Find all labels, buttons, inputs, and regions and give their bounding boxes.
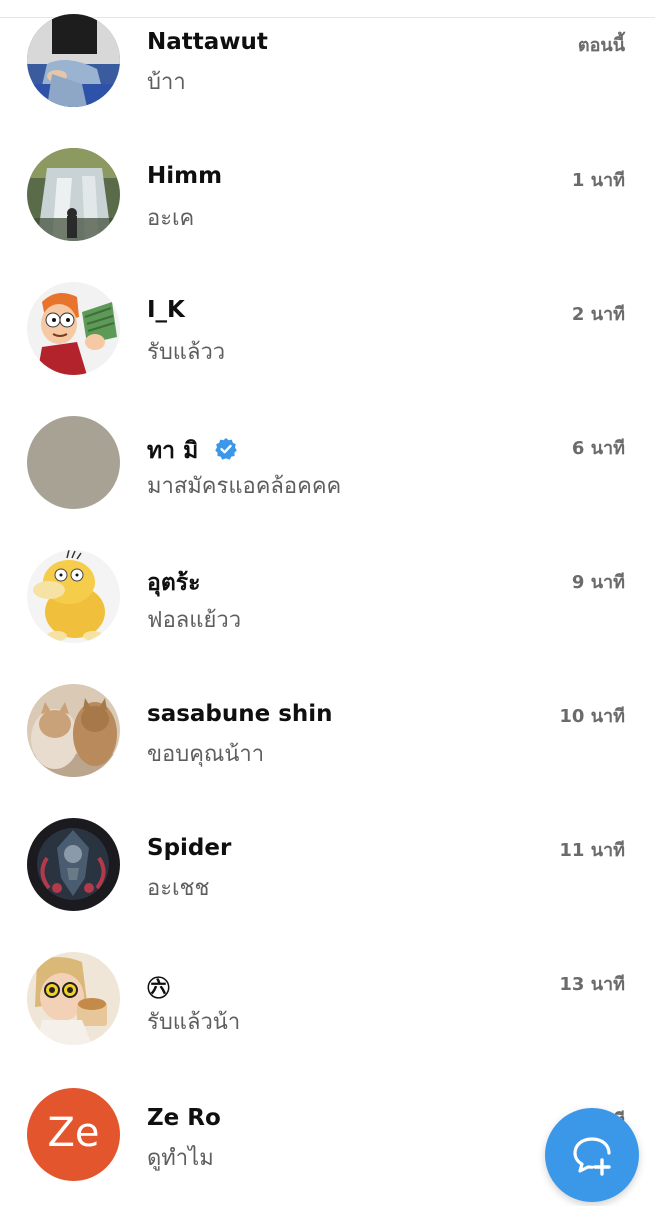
avatar[interactable] <box>27 550 120 643</box>
waterfall-avatar-icon <box>27 148 120 241</box>
last-message: มาสมัครแอคล้อคคค <box>147 474 342 499</box>
last-message: บ้าา <box>147 70 186 95</box>
verified-badge-icon <box>215 438 238 460</box>
avatar[interactable] <box>27 282 120 375</box>
contact-name: ทา มิ <box>147 433 238 469</box>
new-message-icon <box>573 1137 611 1176</box>
timestamp: 9 นาที <box>571 572 625 593</box>
avatar[interactable] <box>27 952 120 1045</box>
last-message: ขอบคุณน้าา <box>147 742 265 767</box>
contact-name: Nattawut <box>147 29 268 55</box>
contact-name: ㊅ <box>147 976 170 1002</box>
new-message-button[interactable] <box>545 1108 639 1202</box>
contact-name: อุตร้ะ <box>147 570 201 596</box>
last-message: ดูทำไม <box>147 1146 214 1171</box>
avatar[interactable] <box>27 818 120 911</box>
conversation-row[interactable]: I_K รับแล้วว 2 นาที <box>0 268 655 402</box>
last-message: อะเค <box>147 206 195 231</box>
last-message: อะเชช <box>147 876 210 901</box>
avatar[interactable] <box>27 148 120 241</box>
contact-name: Spider <box>147 835 232 861</box>
timestamp: 1 นาที <box>571 170 625 191</box>
initials-avatar-icon: Ze <box>27 1088 120 1181</box>
conversation-row[interactable]: อุตร้ะ ฟอลแย้วว 9 นาที <box>0 536 655 670</box>
cartoon-money-avatar-icon <box>27 282 120 375</box>
conversation-row[interactable]: ทา มิ มาสมัครแอคล้อคคค 6 นาที <box>0 402 655 536</box>
contact-name: I_K <box>147 297 185 323</box>
child-sunglasses-avatar-icon <box>27 952 120 1045</box>
conversation-row[interactable]: sasabune shin ขอบคุณน้าา 10 นาที <box>0 670 655 804</box>
conversation-row[interactable]: Spider อะเชช 11 นาที <box>0 804 655 938</box>
timestamp: 6 นาที <box>571 438 625 459</box>
dark-art-avatar-icon <box>27 818 120 911</box>
cats-avatar-icon <box>27 684 120 777</box>
person-sitting-avatar-icon <box>27 14 120 107</box>
avatar[interactable] <box>27 684 120 777</box>
timestamp: 13 นาที <box>559 974 625 995</box>
gray-avatar-icon <box>27 416 120 509</box>
yellow-duck-avatar-icon <box>27 550 120 643</box>
timestamp: 10 นาที <box>559 706 625 727</box>
timestamp: ตอนนี้ <box>577 35 625 56</box>
conversation-row[interactable]: ㊅ รับแล้วน้า 13 นาที <box>0 938 655 1072</box>
contact-name: Himm <box>147 163 223 189</box>
timestamp: 2 นาที <box>571 304 625 325</box>
initials-text: Ze <box>47 1110 99 1156</box>
last-message: ฟอลแย้วว <box>147 608 242 633</box>
contact-name: Ze Ro <box>147 1105 221 1131</box>
last-message: รับแล้วว <box>147 340 226 365</box>
contact-name-text: ทา มิ <box>147 438 199 464</box>
conversation-row[interactable]: Himm อะเค 1 นาที <box>0 134 655 268</box>
avatar[interactable] <box>27 14 120 107</box>
last-message: รับแล้วน้า <box>147 1010 241 1035</box>
avatar[interactable] <box>27 416 120 509</box>
avatar[interactable]: Ze <box>27 1088 120 1181</box>
timestamp: 11 นาที <box>559 840 625 861</box>
conversation-row[interactable]: Nattawut บ้าา ตอนนี้ <box>0 0 655 134</box>
contact-name: sasabune shin <box>147 701 333 727</box>
